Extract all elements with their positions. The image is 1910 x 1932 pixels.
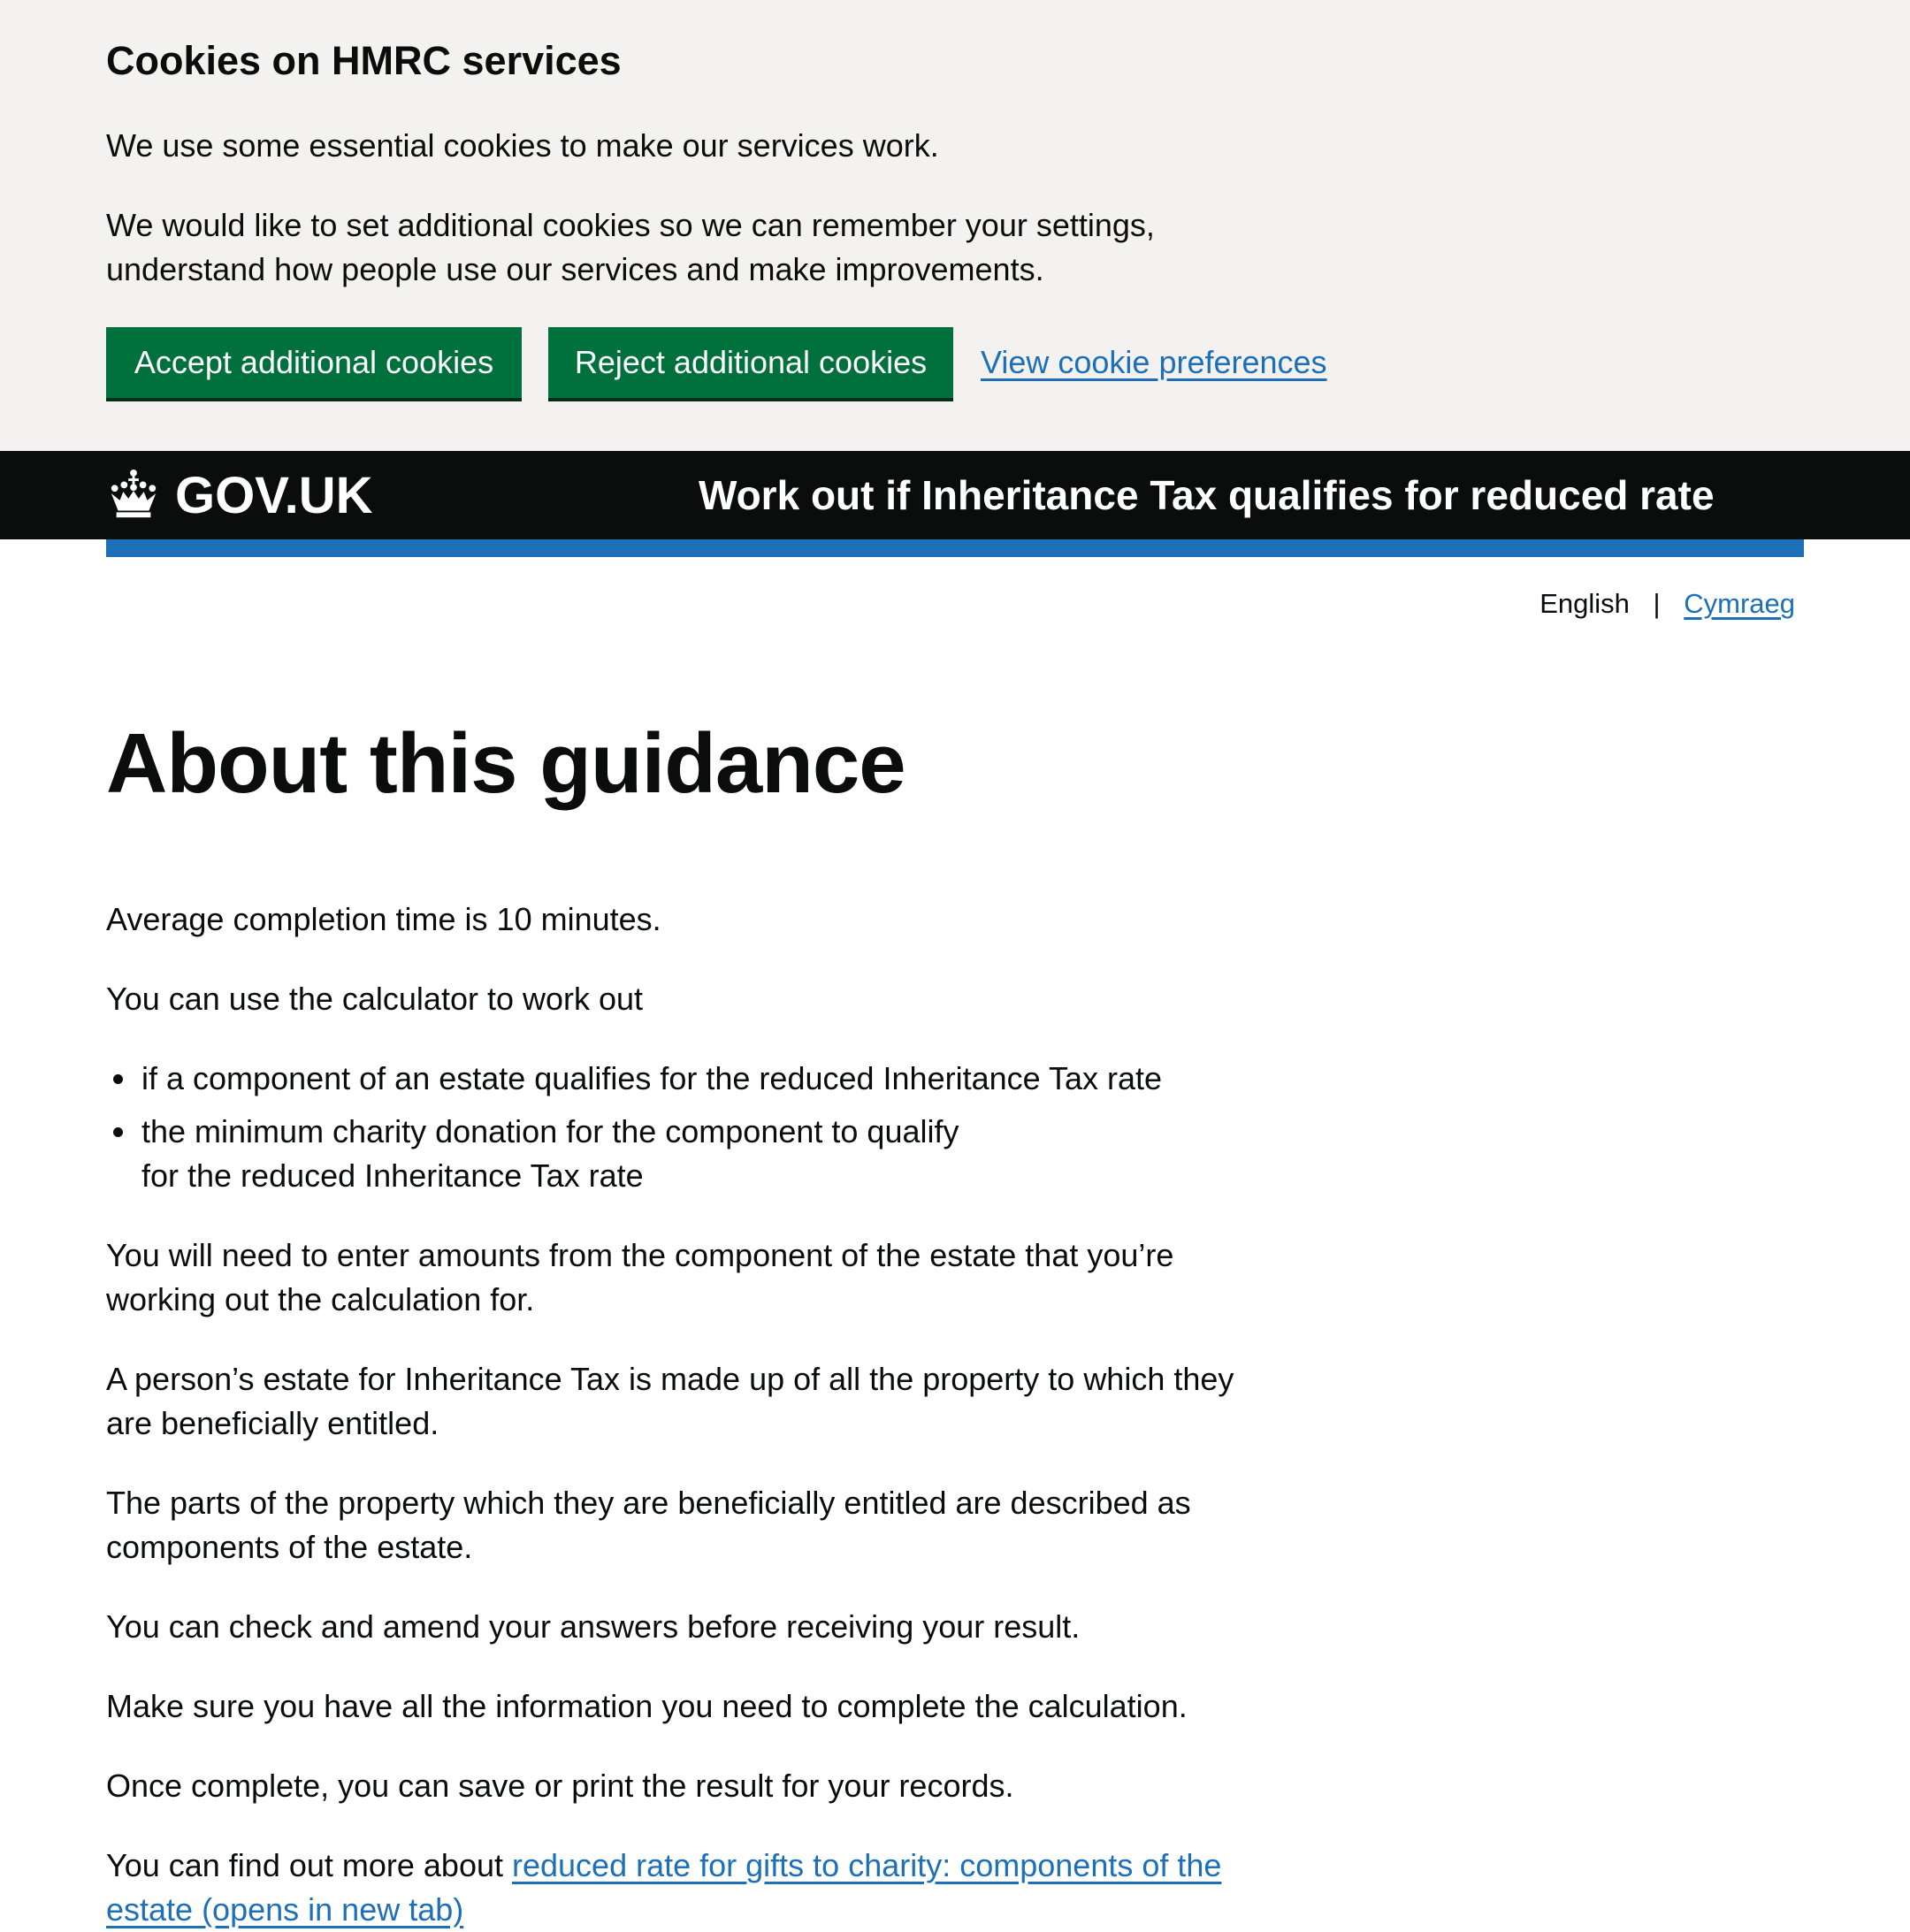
calculator-uses-list: if a component of an estate qualifies fo… [106,1057,1238,1207]
make-sure-text: Make sure you have all the information y… [106,1688,1188,1724]
cookie-banner-actions: Accept additional cookies Reject additio… [106,327,1432,398]
language-separator: | [1653,588,1661,619]
completion-time-text: Average completion time is 10 minutes. [106,901,661,937]
cookie-banner: Cookies on HMRC services We use some ess… [0,0,1910,451]
list-item: the minimum charity donation for the com… [106,1110,990,1198]
use-calculator-text: You can use the calculator to work out [106,981,644,1017]
main-content: About this guidance Average completion t… [106,707,1238,1928]
govuk-header: GOV.UK Work out if Inheritance Tax quali… [0,451,1910,539]
accept-cookies-button[interactable]: Accept additional cookies [106,327,522,398]
enter-amounts-text: You will need to enter amounts from the … [106,1237,1174,1317]
list-item: if a component of an estate qualifies fo… [106,1057,1238,1101]
components-text: The parts of the property which they are… [106,1485,1191,1565]
govuk-logo-link[interactable]: GOV.UK [106,463,372,527]
page-title: About this guidance [106,716,906,811]
cookie-banner-text-additional: We would like to set additional cookies … [106,207,1155,287]
view-cookie-preferences-link[interactable]: View cookie preferences [981,327,1327,398]
reject-cookies-button[interactable]: Reject additional cookies [548,327,953,398]
find-more-prefix: You can find out more about [106,1847,512,1883]
save-print-text: Once complete, you can save or print the… [106,1768,1014,1804]
cookie-banner-text-essential: We use some essential cookies to make ou… [106,127,939,164]
find-more-text: You can find out more about reduced rate… [106,1844,1238,1932]
crown-icon [111,469,157,518]
govuk-logo-text: GOV.UK [175,466,373,524]
check-amend-text: You can check and amend your answers bef… [106,1608,1081,1645]
language-welsh-link[interactable]: Cymraeg [1684,588,1795,619]
service-name-link[interactable]: Work out if Inheritance Tax qualifies fo… [699,470,1715,520]
language-toggle: English | Cymraeg [1539,584,1795,624]
header-accent-bar [106,539,1804,557]
cookie-banner-title: Cookies on HMRC services [106,38,622,83]
estate-definition-text: A person’s estate for Inheritance Tax is… [106,1361,1234,1441]
language-current: English [1539,588,1630,619]
